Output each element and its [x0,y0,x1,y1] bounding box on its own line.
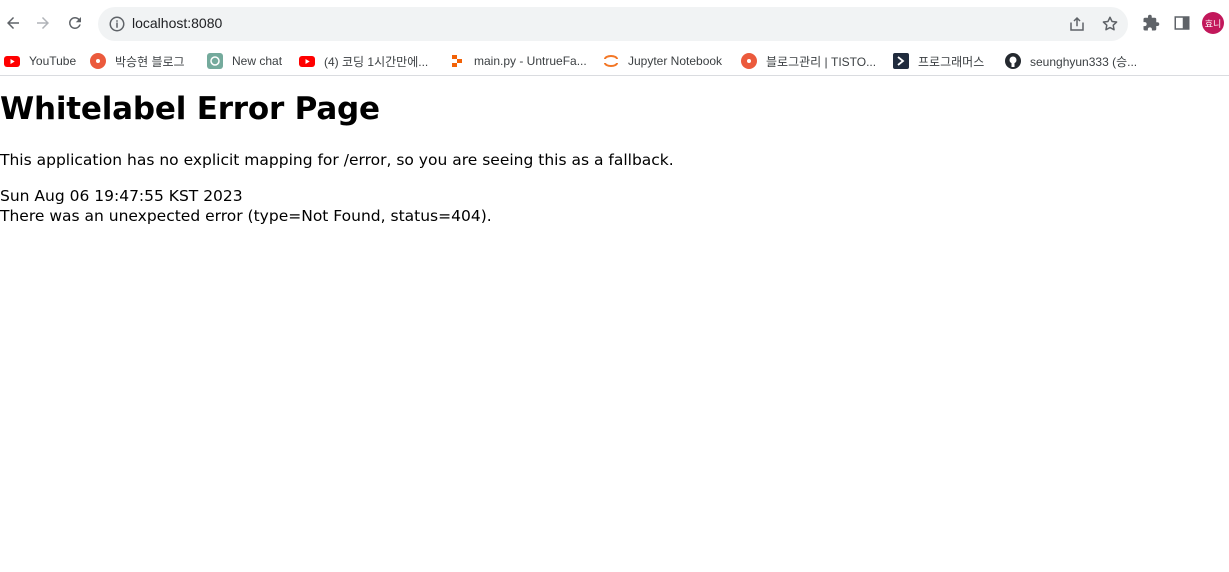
tistory-icon [741,53,757,69]
bookmark-label: main.py - UntrueFa... [474,54,587,68]
jupyter-icon [604,55,618,67]
arrow-left-icon [7,17,19,29]
bookmark-youtube-coding[interactable]: (4) 코딩 1시간만에... [299,50,428,72]
back-button[interactable] [0,10,26,36]
page-content: Whitelabel Error Page This application h… [0,90,1229,226]
bookmark-label: 프로그래머스 [918,54,985,69]
replit-icon [452,55,462,67]
reload-icon [68,16,81,29]
bookmark-new-chat[interactable]: New chat [207,50,282,72]
bookmark-blog[interactable]: 박승현 블로그 [90,50,185,72]
youtube-icon [4,56,20,67]
bookmark-label: New chat [232,54,283,68]
side-panel-icon[interactable] [1173,14,1191,32]
bookmark-label: 박승현 블로그 [115,54,185,69]
error-message: This application has no explicit mapping… [0,151,674,169]
info-icon[interactable] [108,15,126,33]
bookmarks-bar: YouTube 박승현 블로그 New chat (4) 코딩 1시간만에...… [0,46,1229,76]
address-bar[interactable]: localhost:8080 [98,7,1128,41]
bookmark-github[interactable]: seunghyun333 (승... [1005,50,1137,72]
bookmark-jupyter[interactable]: Jupyter Notebook [603,50,722,72]
url-text[interactable]: localhost:8080 [132,15,222,31]
bookmark-replit[interactable]: main.py - UntrueFa... [449,50,587,72]
star-icon[interactable] [1101,15,1119,33]
share-icon[interactable] [1068,15,1086,33]
youtube-icon [299,56,315,67]
bookmark-programmers[interactable]: 프로그래머스 [893,50,984,72]
reload-button[interactable] [62,10,88,36]
bookmark-label: seunghyun333 (승... [1030,54,1138,69]
bookmark-label: 블로그관리 | TISTO... [766,54,877,69]
forward-button[interactable] [30,10,56,36]
chatgpt-icon [207,53,223,69]
page-title: Whitelabel Error Page [0,91,380,127]
arrow-right-icon [37,17,49,29]
bookmark-label: (4) 코딩 1시간만에... [324,54,429,69]
error-timestamp: Sun Aug 06 19:47:55 KST 2023 [0,187,243,205]
bookmark-blog-admin[interactable]: 블로그관리 | TISTO... [741,50,876,72]
bookmark-youtube[interactable]: YouTube [4,50,76,72]
programmers-icon [893,53,909,69]
profile-avatar[interactable]: 효니 [1202,12,1224,34]
github-icon [1005,53,1021,69]
bookmark-label: YouTube [29,54,77,68]
bookmark-label: Jupyter Notebook [628,54,723,68]
error-detail: There was an unexpected error (type=Not … [0,207,492,225]
browser-toolbar: localhost:8080 효니 [0,0,1229,46]
extensions-icon[interactable] [1142,14,1160,32]
tistory-icon [90,53,106,69]
